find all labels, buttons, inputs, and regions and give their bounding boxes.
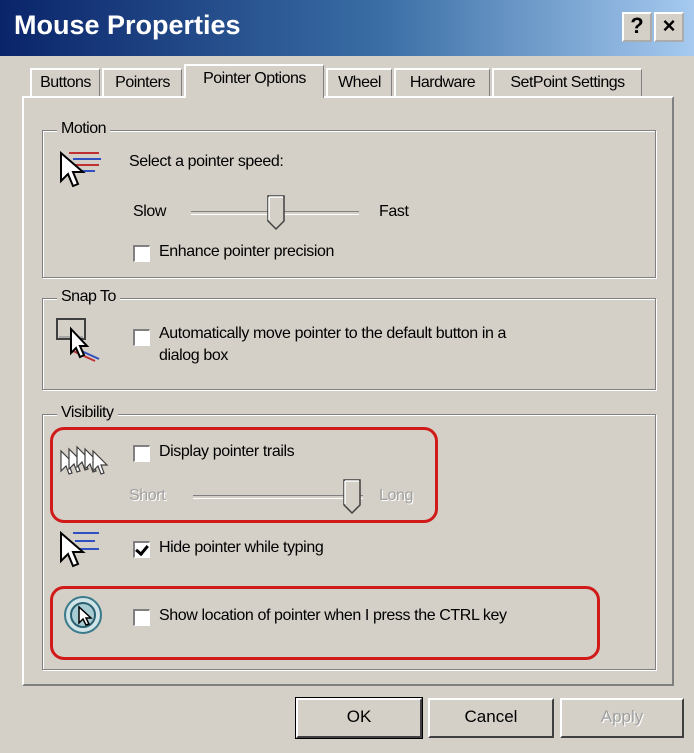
snap-to-label-line2[interactable]: dialog box: [159, 347, 228, 365]
motion-legend: Motion: [57, 120, 111, 138]
visibility-legend: Visibility: [57, 404, 118, 422]
fast-label: Fast: [379, 203, 409, 220]
slow-label: Slow: [133, 203, 167, 220]
tab-hardware[interactable]: Hardware: [394, 68, 490, 96]
highlight-show-location: [50, 586, 600, 660]
snap-to-label-line1[interactable]: Automatically move pointer to the defaul…: [159, 325, 506, 343]
tab-pointer-options[interactable]: Pointer Options: [184, 64, 324, 98]
enhance-precision-label[interactable]: Enhance pointer precision: [159, 243, 334, 261]
motion-group: Motion Select a pointer speed: Slow Fast…: [42, 120, 656, 278]
snap-to-icon: [56, 318, 100, 362]
close-button[interactable]: ×: [654, 12, 684, 42]
title-bar[interactable]: Mouse Properties ? ×: [0, 0, 694, 56]
tab-buttons[interactable]: Buttons: [30, 68, 100, 96]
apply-button[interactable]: Apply: [560, 698, 684, 738]
speed-slider-thumb[interactable]: [267, 195, 285, 231]
cancel-button[interactable]: Cancel: [428, 698, 554, 738]
tab-pointers[interactable]: Pointers: [102, 68, 182, 96]
snap-to-legend: Snap To: [57, 288, 120, 306]
enhance-precision-checkbox[interactable]: [133, 245, 150, 262]
hide-pointer-label[interactable]: Hide pointer while typing: [159, 539, 324, 557]
highlight-pointer-trails: [50, 427, 438, 523]
mouse-properties-window: Mouse Properties ? × Buttons Pointers Po…: [0, 0, 694, 753]
hide-pointer-checkbox[interactable]: [133, 541, 150, 558]
hide-pointer-icon: [60, 530, 99, 568]
tab-wheel[interactable]: Wheel: [326, 68, 392, 96]
snap-to-checkbox[interactable]: [133, 329, 150, 346]
window-title: Mouse Properties: [14, 10, 241, 40]
help-button[interactable]: ?: [622, 12, 652, 42]
speed-label: Select a pointer speed:: [129, 153, 284, 170]
ok-button[interactable]: OK: [295, 697, 423, 739]
pointer-speed-icon: [60, 150, 101, 188]
tab-setpoint-settings[interactable]: SetPoint Settings: [492, 68, 642, 96]
snap-to-group: Snap To Automatically move pointer to th…: [42, 288, 656, 390]
